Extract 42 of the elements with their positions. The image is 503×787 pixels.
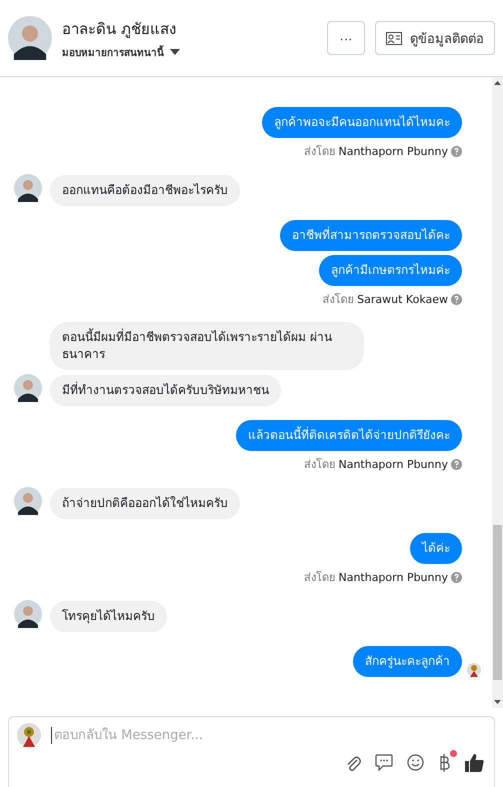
sent-by-label: ส่งโดย Sarawut Kokaew [322, 292, 448, 308]
seen-avatar [467, 663, 481, 677]
scroll-up-icon [494, 81, 501, 85]
scrollbar-thumb[interactable] [493, 525, 502, 680]
message-bubble: ออกแทนคือต้องมีอาชีพอะไรครับ [50, 175, 240, 206]
avatar [14, 174, 42, 202]
view-contact-button[interactable]: ดูข้อมูลติดต่อ [375, 21, 495, 55]
contact-name: อาละดิน ภูชัยแสง [62, 18, 177, 40]
more-button[interactable]: ··· [327, 21, 365, 55]
scrollbar[interactable] [492, 77, 503, 708]
sent-by-label: ส่งโดย Nanthaporn Pbunny [304, 144, 448, 160]
assign-dropdown[interactable]: มอบหมายการสนทนานี้ [62, 44, 317, 60]
avatar [14, 487, 42, 515]
message-bubble: สักครู่นะคะลูกค้า [353, 646, 462, 677]
chat-icon[interactable] [375, 754, 393, 771]
message-bubble: มีที่ทำงานตรวจสอบได้ครับบริษัทมหาชน [50, 375, 281, 406]
notification-dot [450, 750, 457, 756]
message-bubble: ถ้าจ่ายปกติคือออกได้ใช่ไหมครับ [50, 488, 240, 519]
avatar [8, 16, 52, 60]
contact-card-icon [386, 32, 402, 44]
sent-by-label: ส่งโดย Nanthaporn Pbunny [304, 570, 448, 586]
message-bubble: ตอนนี้มีผมที่มีอาชีพตรวจสอบได้เพราะรายได้ผม ผ่านธนาคาร [50, 322, 364, 370]
scroll-down-icon [494, 700, 501, 704]
thumbs-up-icon[interactable] [464, 753, 484, 772]
message-bubble: อาชีพที่สามารถตรวจสอบได้คะ [280, 220, 462, 251]
help-icon [451, 572, 462, 582]
avatar [14, 374, 42, 402]
sent-by-label: ส่งโดย Nanthaporn Pbunny [304, 457, 448, 473]
message-bubble: โทรคุยได้ไหมครับ [50, 601, 167, 632]
baht-icon[interactable] [438, 754, 450, 772]
message-bubble: ได้ค่ะ [410, 533, 462, 564]
message-bubble: ลูกค้าพอจะมีคนออกแทนได้ไหมคะ [262, 107, 462, 138]
help-icon [451, 458, 462, 470]
caret-icon [170, 49, 180, 55]
help-icon [451, 294, 462, 304]
message-bubble: ลูกค้ามีเกษตรกรไหมค่ะ [319, 255, 462, 286]
attachment-icon[interactable] [345, 754, 361, 772]
avatar [17, 723, 41, 747]
help-icon [451, 146, 462, 156]
emoji-icon[interactable] [407, 754, 424, 771]
avatar [14, 600, 42, 628]
message-bubble: แล้วตอนนี้ที่ติดเครดิตได้จ่ายปกติรึยังคะ [236, 420, 462, 451]
